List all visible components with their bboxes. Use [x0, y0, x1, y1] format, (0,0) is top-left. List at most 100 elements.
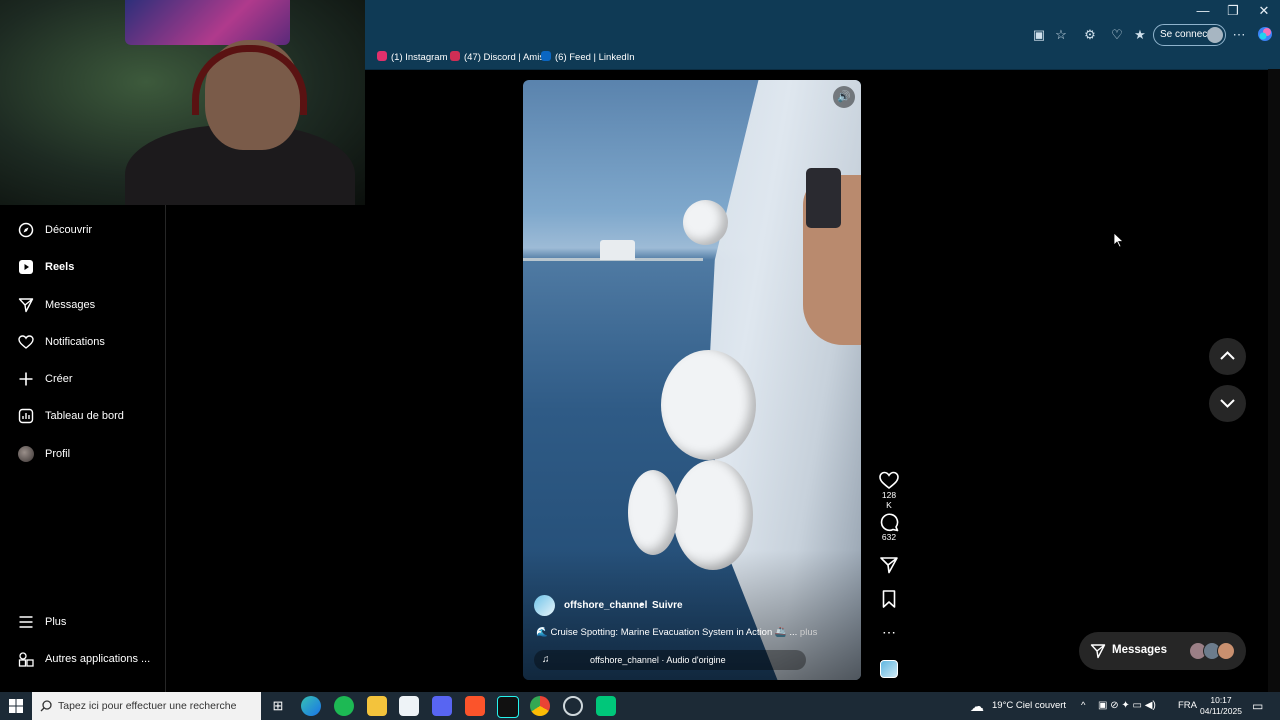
bookmark-icon — [882, 590, 896, 608]
weather-icon: ☁ — [970, 698, 984, 714]
caption-text: 🌊 Cruise Spotting: Marine Evacuation Sys… — [536, 627, 798, 638]
separator-dot: • — [640, 600, 644, 611]
bookmark-label: (1) Instagram — [391, 52, 448, 63]
webcam-overlay — [0, 0, 365, 205]
audio-label: offshore_channel · Audio d'origine — [590, 655, 726, 665]
chevron-down-icon — [1220, 399, 1235, 408]
sidebar-item-label: Tableau de bord — [45, 410, 124, 422]
bookmark-instagram[interactable]: (1) Instagram — [377, 51, 448, 65]
like-count: 128 K — [881, 490, 897, 510]
store-icon[interactable] — [399, 696, 419, 716]
sidebar-item-label: Messages — [45, 299, 96, 311]
search-icon — [40, 700, 52, 712]
compass-icon — [18, 222, 34, 238]
reels-icon — [19, 260, 33, 274]
file-explorer-icon[interactable] — [367, 696, 387, 716]
messages-pill[interactable]: Messages — [1079, 632, 1246, 670]
background-monitor — [125, 0, 290, 45]
language-indicator[interactable]: FRA — [1178, 692, 1197, 720]
more-options-icon[interactable]: ⋯ — [1231, 27, 1247, 43]
sidebar-item-label: Découvrir — [45, 224, 93, 236]
app-icon[interactable] — [563, 696, 583, 716]
system-tray-icons[interactable]: ▣ ⊘ ✦ ▭ ◀) — [1098, 692, 1156, 720]
windows-taskbar: Tapez ici pour effectuer une recherche ⊞… — [0, 692, 1280, 720]
bookmark-label: (6) Feed | LinkedIn — [555, 52, 635, 63]
task-view-icon[interactable]: ⊞ — [268, 696, 288, 716]
discord-icon — [450, 51, 460, 61]
caption-more-link[interactable]: plus — [800, 627, 817, 638]
bookmark-discord[interactable]: (47) Discord | Amis — [450, 51, 544, 65]
page-scrollbar[interactable] — [1268, 69, 1280, 692]
reel-video[interactable] — [523, 80, 861, 680]
tray-expand-icon[interactable]: ^ — [1081, 692, 1085, 720]
like-button[interactable]: 128 K — [878, 470, 900, 510]
chrome-icon[interactable] — [530, 696, 550, 716]
reel-caption[interactable]: 🌊 Cruise Spotting: Marine Evacuation Sys… — [536, 626, 817, 640]
weather-text[interactable]: 19°C Ciel couvert — [992, 692, 1066, 720]
sound-icon[interactable]: 🔊 — [833, 86, 855, 108]
sign-in-button[interactable]: Se connecter — [1153, 24, 1226, 46]
taskbar-search-box[interactable]: Tapez ici pour effectuer une recherche — [32, 692, 261, 720]
bookmark-label: (47) Discord | Amis — [464, 52, 545, 63]
comment-icon — [880, 513, 899, 532]
close-button[interactable]: ✕ — [1249, 0, 1279, 22]
copilot-icon[interactable] — [1257, 26, 1273, 42]
edge-icon[interactable] — [301, 696, 321, 716]
sidebar-item-label: Notifications — [45, 336, 105, 348]
contact-avatar — [1217, 642, 1235, 660]
follow-button[interactable]: Suivre — [652, 595, 683, 617]
minimize-button[interactable]: — — [1188, 0, 1218, 22]
sidebar-item-label: Reels — [45, 261, 75, 273]
lifeboat-capsule — [661, 350, 756, 460]
browser-essentials-icon[interactable]: ♡ — [1109, 27, 1125, 43]
paper-plane-icon — [880, 557, 898, 574]
next-reel-button[interactable] — [1209, 385, 1246, 422]
menu-icon — [19, 616, 33, 628]
save-button[interactable] — [878, 589, 900, 609]
comment-button[interactable]: 632 — [878, 512, 900, 542]
music-note-icon: ♫ — [542, 654, 550, 665]
avatar — [18, 446, 34, 462]
discord-icon[interactable] — [432, 696, 452, 716]
audio-thumbnail[interactable] — [880, 660, 898, 678]
share-button[interactable] — [878, 555, 900, 575]
favorites-icon[interactable]: ★ — [1132, 27, 1148, 43]
previous-reel-button[interactable] — [1209, 338, 1246, 375]
chevron-up-icon — [1220, 351, 1235, 360]
notifications-icon[interactable]: ▭ — [1252, 692, 1263, 720]
streaming-app-icon[interactable] — [596, 696, 616, 716]
instagram-sidebar: Découvrir Reels Messages Notifications C… — [0, 205, 166, 692]
clock-time: 10:17 — [1210, 695, 1232, 705]
sidebar-item-label: Profil — [45, 448, 71, 460]
app-available-icon[interactable]: ▣ — [1031, 27, 1047, 43]
messages-pill-label: Messages — [1112, 644, 1167, 656]
distant-cruise-ship — [600, 240, 635, 260]
author-avatar[interactable] — [534, 595, 555, 616]
comment-count: 632 — [881, 532, 897, 542]
heart-icon — [879, 471, 899, 490]
paper-plane-icon — [18, 298, 34, 313]
reel-audio[interactable]: ♫ offshore_channel · Audio d'origine — [534, 650, 806, 670]
mouse-cursor-icon — [1113, 232, 1125, 248]
sidebar-item-label: Autres applications ... — [45, 653, 151, 665]
paper-plane-icon — [1090, 644, 1106, 659]
more-options-icon[interactable]: ⋯ — [878, 624, 900, 640]
spotify-icon[interactable] — [334, 696, 354, 716]
favorite-star-icon[interactable]: ☆ — [1053, 27, 1069, 43]
author-name[interactable]: offshore_channel — [564, 595, 647, 617]
clock-date: 04/11/2025 — [1200, 706, 1242, 716]
heart-icon — [18, 335, 34, 349]
brave-icon[interactable] — [465, 696, 485, 716]
bookmark-linkedin[interactable]: (6) Feed | LinkedIn — [541, 51, 635, 65]
clock[interactable]: 10:17 04/11/2025 — [1198, 695, 1244, 717]
taskbar-search-placeholder: Tapez ici pour effectuer une recherche — [58, 700, 237, 712]
apps-icon — [18, 652, 34, 667]
restore-button[interactable]: ❐ — [1218, 0, 1248, 22]
headset — [192, 45, 307, 115]
windows-start-icon[interactable] — [9, 699, 23, 713]
sidebar-item-label: Créer — [45, 373, 73, 385]
plus-icon — [19, 372, 33, 386]
extensions-icon[interactable]: ⚙ — [1082, 27, 1098, 43]
dashboard-icon — [18, 408, 34, 424]
tiktok-icon[interactable] — [497, 696, 519, 718]
